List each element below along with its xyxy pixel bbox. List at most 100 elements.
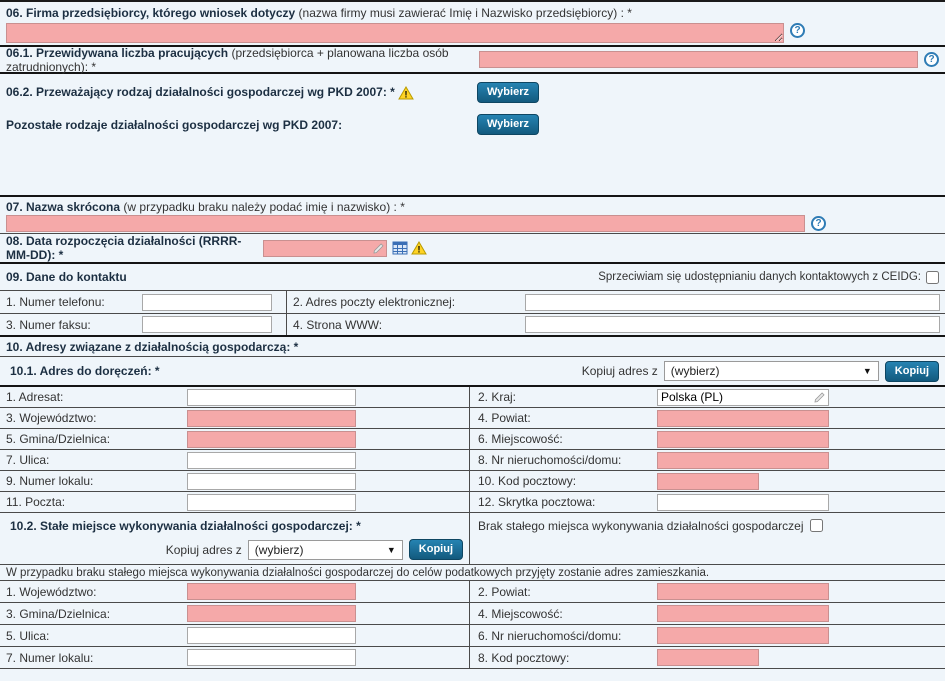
fax-label: 3. Numer faksu: <box>0 318 142 332</box>
tax-address-note-text: W przypadku braku stałego miejsca wykony… <box>6 567 709 579</box>
section-10-title-row: 10. Adresy związane z działalnością gosp… <box>0 337 945 357</box>
copy-address-select[interactable]: (wybierz) ▼ <box>248 540 403 560</box>
section-06-2-pkd: 06.2. Przeważający rodzaj działalności g… <box>0 74 945 197</box>
contact-optout-checkbox[interactable] <box>926 271 939 284</box>
warning-icon: ! <box>398 86 414 100</box>
pkd-secondary-choose-button[interactable]: Wybierz <box>477 114 539 135</box>
contact-row-1: 1. Numer telefonu: 2. Adres poczty elekt… <box>0 291 945 314</box>
nr-lokalu2-input[interactable] <box>187 649 356 666</box>
contact-optout-label: Sprzeciwiam się udostępnianiu danych kon… <box>598 271 921 283</box>
address2-row: 1. Województwo: 2. Powiat: <box>0 581 945 603</box>
start-date-label-text: 08. Data rozpoczęcia działalności (RRRR-… <box>6 234 241 262</box>
short-name-input[interactable] <box>6 215 805 232</box>
edit-icon[interactable] <box>813 391 826 404</box>
nr-lokalu-input[interactable] <box>187 473 356 490</box>
copy-address-select-value: (wybierz) <box>255 543 304 557</box>
pkd-main-label: 06.2. Przeważający rodzaj działalności g… <box>6 85 395 99</box>
ulica2-input[interactable] <box>187 627 356 644</box>
section-06-label: 06. Firma przedsiębiorcy, którego wniose… <box>6 6 939 22</box>
pkd-main-choose-button[interactable]: Wybierz <box>477 82 539 103</box>
address2-row: 3. Gmina/Dzielnica: 4. Miejscowość: <box>0 603 945 625</box>
powiat2-input[interactable] <box>657 583 829 600</box>
help-icon[interactable]: ? <box>790 23 805 38</box>
gmina2-label: 3. Gmina/Dzielnica: <box>0 607 187 621</box>
adresat-input[interactable] <box>187 389 356 406</box>
wojewodztwo2-input[interactable] <box>187 583 356 600</box>
warning-icon: ! <box>411 241 427 255</box>
email-label: 2. Adres poczty elektronicznej: <box>287 295 525 309</box>
kod-pocztowy-label: 10. Kod pocztowy: <box>470 474 657 488</box>
gmina2-input[interactable] <box>187 605 356 622</box>
svg-text:!: ! <box>405 89 408 99</box>
kraj-input[interactable] <box>657 389 829 406</box>
poczta-label: 11. Poczta: <box>0 495 187 509</box>
chevron-down-icon: ▼ <box>863 366 872 376</box>
section-10-title: 10. Adresy związane z działalnością gosp… <box>6 340 298 354</box>
copy-address-select-value: (wybierz) <box>671 364 720 378</box>
nr-domu2-input[interactable] <box>657 627 829 644</box>
address1-row: 7. Ulica: 8. Nr nieruchomości/domu: <box>0 450 945 471</box>
powiat-label: 4. Powiat: <box>470 411 657 425</box>
miejscowosc-label: 6. Miejscowość: <box>470 432 657 446</box>
copy-address-select[interactable]: (wybierz) ▼ <box>664 361 879 381</box>
gmina-input[interactable] <box>187 431 356 448</box>
address1-row: 3. Województwo: 4. Powiat: <box>0 408 945 429</box>
wojewodztwo-input[interactable] <box>187 410 356 427</box>
ulica-label: 7. Ulica: <box>0 453 187 467</box>
nr-lokalu-label: 9. Numer lokalu: <box>0 474 187 488</box>
section-07-short-name: 07. Nazwa skrócona (w przypadku braku na… <box>0 197 945 234</box>
address1-row: 1. Adresat: 2. Kraj: <box>0 387 945 408</box>
calendar-icon[interactable] <box>392 241 408 255</box>
no-fixed-place-label: Brak stałego miejsca wykonywania działal… <box>478 519 804 533</box>
ceidg-form: 06. Firma przedsiębiorcy, którego wniose… <box>0 0 945 681</box>
address2-row: 7. Numer lokalu: 8. Kod pocztowy: <box>0 647 945 669</box>
address1-row: 11. Poczta: 12. Skrytka pocztowa: <box>0 492 945 513</box>
employees-count-input[interactable] <box>479 51 918 68</box>
miejscowosc2-input[interactable] <box>657 605 829 622</box>
company-name-textarea[interactable] <box>6 23 784 43</box>
powiat-input[interactable] <box>657 410 829 427</box>
phone-input[interactable] <box>142 294 272 311</box>
no-fixed-place-checkbox[interactable] <box>810 519 823 532</box>
kraj-label: 2. Kraj: <box>470 390 657 404</box>
nr-domu-input[interactable] <box>657 452 829 469</box>
svg-text:!: ! <box>418 245 421 255</box>
adresat-label: 1. Adresat: <box>0 390 187 404</box>
wojewodztwo2-label: 1. Województwo: <box>0 585 187 599</box>
fax-input[interactable] <box>142 316 272 333</box>
section-10-1-title: 10.1. Adres do doręczeń: * <box>10 364 160 378</box>
poczta-input[interactable] <box>187 494 356 511</box>
ulica-input[interactable] <box>187 452 356 469</box>
skrytka-input[interactable] <box>657 494 829 511</box>
pkd-secondary-label: Pozostałe rodzaje działalności gospodarc… <box>6 118 342 132</box>
section-10-1-header: 10.1. Adres do doręczeń: * Kopiuj adres … <box>0 357 945 387</box>
help-icon[interactable]: ? <box>924 52 939 67</box>
pkd-secondary-label-wrap: Pozostałe rodzaje działalności gospodarc… <box>6 118 477 132</box>
nr-lokalu2-label: 7. Numer lokalu: <box>0 651 187 665</box>
section-07-label-bold: 07. Nazwa skrócona <box>6 200 120 214</box>
section-09-contact: 09. Dane do kontaktu Sprzeciwiam się udo… <box>0 264 945 291</box>
edit-icon[interactable] <box>372 242 385 255</box>
section-06-1-label-bold: 06.1. Przewidywana liczba pracujących <box>6 46 228 60</box>
contact-row-2: 3. Numer faksu: 4. Strona WWW: <box>0 314 945 337</box>
ulica2-label: 5. Ulica: <box>0 629 187 643</box>
www-input[interactable] <box>525 316 940 333</box>
copy-address-label: Kopiuj adres z <box>166 543 242 557</box>
section-07-label-rest: (w przypadku braku należy podać imię i n… <box>123 200 404 214</box>
miejscowosc-input[interactable] <box>657 431 829 448</box>
start-date-input[interactable] <box>263 240 387 257</box>
kod-pocztowy2-input[interactable] <box>657 649 759 666</box>
kod-pocztowy-input[interactable] <box>657 473 759 490</box>
copy-address-button[interactable]: Kopiuj <box>409 539 463 560</box>
phone-label: 1. Numer telefonu: <box>0 295 142 309</box>
pkd-main-label-wrap: 06.2. Przeważający rodzaj działalności g… <box>6 85 477 100</box>
section-10-2-header: 10.2. Stałe miejsce wykonywania działaln… <box>0 513 945 565</box>
help-icon[interactable]: ? <box>811 216 826 231</box>
address1-row: 5. Gmina/Dzielnica: 6. Miejscowość: <box>0 429 945 450</box>
nr-domu2-label: 6. Nr nieruchomości/domu: <box>470 629 657 643</box>
miejscowosc2-label: 4. Miejscowość: <box>470 607 657 621</box>
email-input[interactable] <box>525 294 940 311</box>
copy-address-button[interactable]: Kopiuj <box>885 361 939 382</box>
section-06-label-rest: (nazwa firmy musi zawierać Imię i Nazwis… <box>299 6 632 20</box>
powiat2-label: 2. Powiat: <box>470 585 657 599</box>
